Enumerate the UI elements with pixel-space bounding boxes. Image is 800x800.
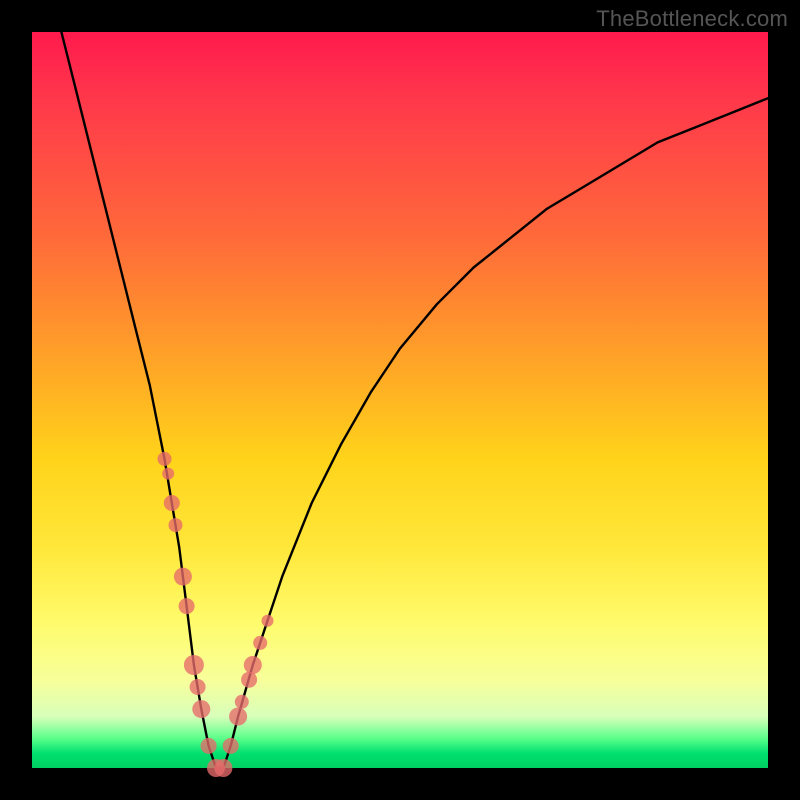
- sample-dot: [192, 700, 210, 718]
- plot-area: [32, 32, 768, 768]
- sample-dot: [262, 615, 274, 627]
- sample-dot: [241, 672, 257, 688]
- sample-dot: [229, 708, 247, 726]
- sample-dot: [174, 568, 192, 586]
- watermark-text: TheBottleneck.com: [596, 6, 788, 32]
- sample-dot: [235, 695, 249, 709]
- chart-frame: TheBottleneck.com: [0, 0, 800, 800]
- sample-dots-group: [158, 452, 274, 777]
- sample-dot: [164, 495, 180, 511]
- sample-dot: [158, 452, 172, 466]
- sample-dot: [253, 636, 267, 650]
- sample-dot: [201, 738, 217, 754]
- chart-svg: [32, 32, 768, 768]
- sample-dot: [244, 656, 262, 674]
- sample-dot: [162, 468, 174, 480]
- sample-dot: [214, 759, 232, 777]
- sample-dot: [190, 679, 206, 695]
- sample-dot: [223, 738, 239, 754]
- sample-dot: [169, 518, 183, 532]
- sample-dot: [179, 598, 195, 614]
- sample-dot: [184, 655, 204, 675]
- bottleneck-curve: [61, 32, 768, 768]
